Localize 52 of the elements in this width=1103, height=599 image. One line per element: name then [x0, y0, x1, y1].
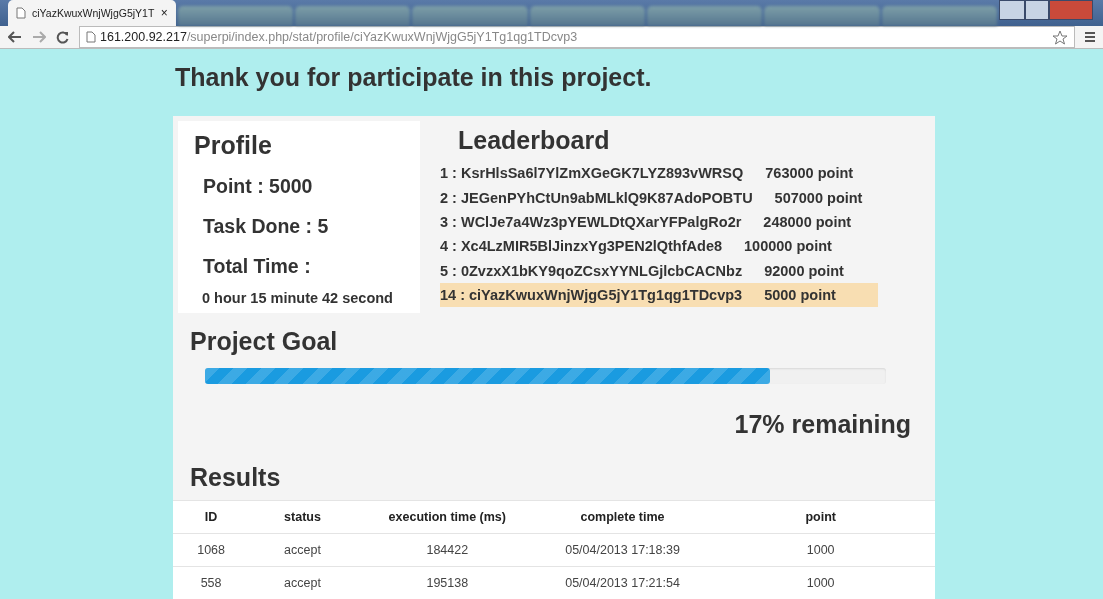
table-cell: 184422 — [355, 533, 539, 567]
task-done-text: Task Done : 5 — [202, 215, 330, 238]
leaderboard-entry: 3 : WClJe7a4Wz3pYEWLDtQXarYFPalgRo2r 248000 point — [440, 212, 853, 232]
browser-tab[interactable]: ciYazKwuxWnjWjgG5jY1T × — [8, 0, 176, 26]
star-icon[interactable] — [1052, 29, 1068, 45]
close-tab-button[interactable]: × — [160, 6, 168, 20]
leaderboard-title: Leaderboard — [458, 126, 611, 155]
goal-title: Project Goal — [189, 327, 339, 356]
maximize-button[interactable] — [1025, 0, 1049, 20]
leaderboard-entry: 1 : KsrHlsSa6l7YlZmXGeGK7LYZ893vWRSQ 763000 point — [440, 164, 855, 184]
column-header: status — [249, 500, 356, 534]
table-cell: 05/04/2013 17:18:39 — [538, 533, 707, 567]
minimize-button[interactable] — [999, 0, 1025, 20]
table-cell: 1068 — [173, 533, 250, 567]
table-cell: 558 — [173, 566, 250, 599]
table-cell: accept — [249, 566, 356, 599]
reload-icon[interactable] — [56, 30, 69, 44]
page-heading: Thank you for participate in this project. — [175, 63, 653, 92]
column-header: point — [706, 500, 935, 534]
column-header: complete time — [538, 500, 707, 534]
remaining-text: 17% remaining — [733, 410, 911, 439]
leaderboard-entry: 2 : JEGenPYhCtUn9abMLklQ9K87AdoPOBTU 507000 point — [440, 188, 864, 208]
table-cell: 195138 — [355, 566, 539, 599]
tab-title: ciYazKwuxWnjWjgG5jY1T — [32, 7, 155, 19]
table-cell: 1000 — [706, 566, 935, 599]
table-cell: 05/04/2013 17:21:54 — [538, 566, 707, 599]
menu-icon[interactable] — [1085, 31, 1095, 43]
highlighted-entry: 14 : ciYazKwuxWnjWjgG5jY1Tg1qg1TDcvp3 5000 point — [440, 282, 878, 308]
back-icon[interactable] — [8, 31, 22, 43]
table-cell: 1000 — [706, 533, 935, 567]
results-title: Results — [189, 463, 282, 492]
leaderboard-entry: 5 : 0ZvzxX1bKY9qoZCsxYYNLGjlcbCACNbz 92000 point — [440, 261, 845, 281]
address-field[interactable]: 161.200.92.217/superpi/index.php/stat/profile/ciYazKwuxWnjWjgG5jY1Tg1qg1TDcvp3 — [79, 26, 1075, 48]
browser-tab[interactable] — [412, 6, 528, 26]
leaderboard-entry: 4 : Xc4LzMIR5BlJinzxYg3PEN2lQthfAde8 100000 point — [440, 237, 833, 257]
browser-tab[interactable] — [647, 6, 763, 26]
point-text: Point : 5000 — [202, 175, 314, 198]
browser-tab[interactable] — [764, 6, 880, 26]
browser-tab[interactable] — [529, 6, 646, 26]
url-host: 161.200.92.217 — [100, 30, 187, 44]
total-time-label: Total Time : — [202, 255, 312, 278]
column-header: ID — [173, 500, 250, 534]
profile-title: Profile — [194, 131, 273, 160]
url-path: /superpi/index.php/stat/profile/ciYazKwuxWnjWjgG5jY1Tg1qg1TDcvp3 — [186, 30, 578, 44]
column-header: execution time (ms) — [355, 500, 539, 534]
forward-icon[interactable] — [32, 31, 46, 43]
browser-tab[interactable] — [177, 6, 294, 26]
browser-tab[interactable] — [295, 6, 411, 26]
page-icon — [16, 7, 26, 19]
total-time-value: 0 hour 15 minute 42 second — [201, 290, 394, 306]
table-cell: accept — [249, 533, 356, 567]
page-icon — [86, 31, 96, 43]
